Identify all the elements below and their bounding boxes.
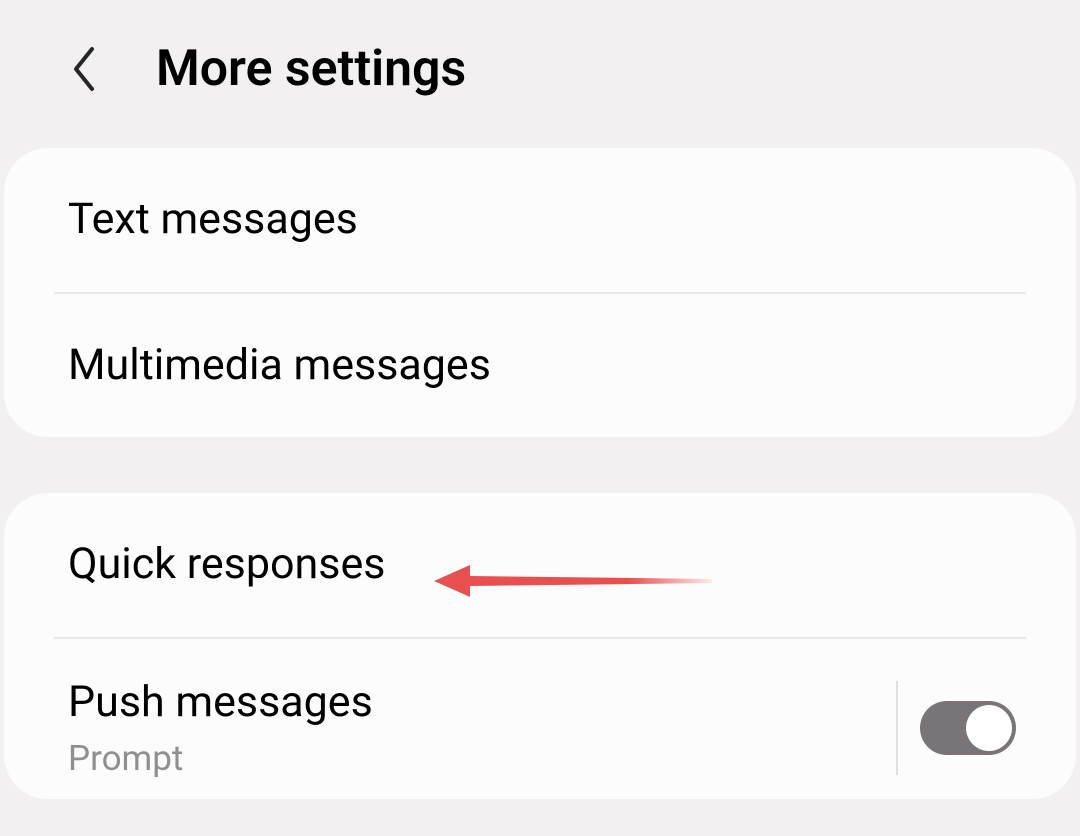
push-messages-toggle[interactable] <box>920 701 1016 755</box>
list-item-label: Push messages <box>68 677 874 729</box>
push-messages-item[interactable]: Push messages Prompt <box>4 639 1076 800</box>
list-item-label: Multimedia messages <box>68 340 1012 392</box>
quick-responses-item[interactable]: Quick responses <box>4 493 1076 637</box>
settings-group-messages: Text messages Multimedia messages <box>4 148 1076 437</box>
header: More settings <box>0 0 1080 148</box>
list-item-subtext: Prompt <box>68 738 874 779</box>
text-messages-item[interactable]: Text messages <box>4 148 1076 292</box>
list-item-label: Quick responses <box>68 539 1012 591</box>
toggle-knob <box>966 705 1012 751</box>
toggle-separator <box>896 681 898 775</box>
back-icon[interactable] <box>68 43 100 95</box>
list-item-label: Text messages <box>68 194 1012 246</box>
multimedia-messages-item[interactable]: Multimedia messages <box>4 294 1076 438</box>
settings-group-options: Quick responses Push messages Prompt <box>4 493 1076 799</box>
page-title: More settings <box>156 40 466 98</box>
push-messages-text: Push messages Prompt <box>68 677 874 780</box>
